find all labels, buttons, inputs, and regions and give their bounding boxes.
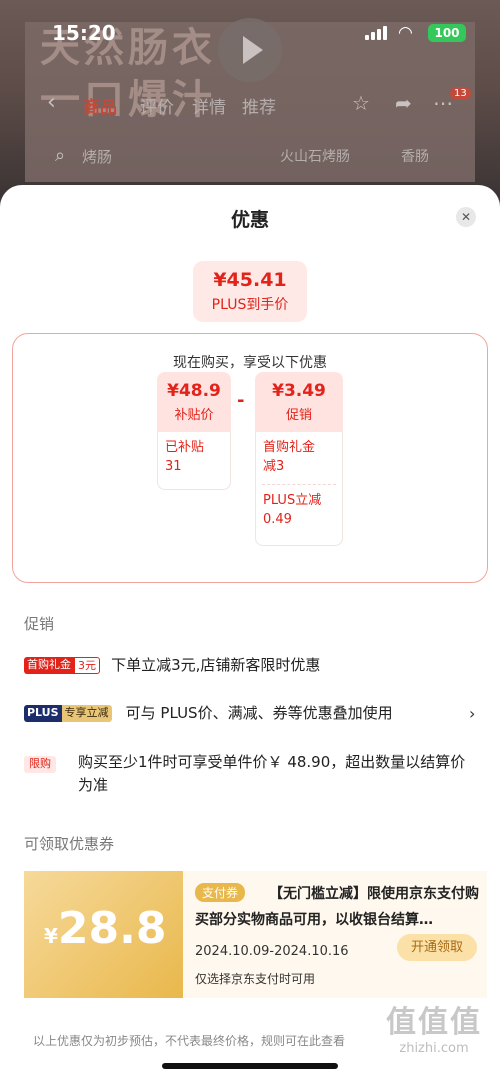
coupons-title: 可领取优惠券: [24, 835, 115, 853]
search-text[interactable]: 烤肠: [82, 146, 112, 167]
discount-breakdown: 现在购买，享受以下优惠 ¥48.9 补贴价 已补贴 31 - ¥3.49 促销: [12, 333, 488, 583]
tab-reviews[interactable]: 评价: [140, 93, 174, 118]
promotion-item-value: 减3: [263, 459, 285, 474]
sheet-title: 优惠: [230, 209, 269, 231]
coupon-validity: 2024.10.09-2024.10.16: [195, 944, 349, 959]
product-top-nav: ‹ 商品 评价 详情 推荐 ☆ ➦ ⋯ 13: [0, 85, 500, 125]
subsidy-label: 补贴价: [174, 408, 214, 423]
coupon-details: 【无门槛立减】限使用京东支付购买部分实物商品可用，以收银台结算… 支付券 202…: [183, 871, 487, 998]
promo-tag-value: 3元: [74, 657, 100, 674]
limit-tag: 限购: [24, 756, 56, 773]
coupon-card: ¥28.8 【无门槛立减】限使用京东支付购买部分实物商品可用，以收银台结算… 支…: [24, 871, 487, 998]
subsidy-card: ¥48.9 补贴价 已补贴 31: [157, 372, 231, 490]
search-row: ⌕ 烤肠 火山石烤肠 香肠: [0, 140, 500, 180]
home-indicator[interactable]: [162, 1063, 338, 1069]
status-bar: 15:20 ◠ 100: [0, 18, 500, 50]
minus-sign: -: [237, 390, 245, 411]
battery-icon: 100: [428, 24, 466, 42]
subsidy-detail-line: 已补贴: [165, 440, 205, 455]
breakdown-heading: 现在购买，享受以下优惠: [173, 355, 327, 371]
promotion-item-name: PLUS立减: [263, 493, 322, 508]
subsidy-detail-line: 31: [165, 459, 182, 474]
promotion-row: 限购 购买至少1件时可享受单件价￥ 48.90，超出数量以结算价为准: [24, 751, 484, 797]
cellular-signal-icon: [365, 26, 387, 40]
coupon-value: 28.8: [57, 903, 167, 954]
promotions-title: 促销: [24, 615, 55, 633]
plus-price-value: ¥45.41: [213, 269, 287, 291]
discount-sheet: 优惠 ✕ ¥45.41 PLUS到手价 现在购买，享受以下优惠 ¥48.9 补贴…: [0, 185, 500, 1082]
promo-text: 购买至少1件时可享受单件价￥ 48.90，超出数量以结算价为准: [78, 753, 466, 794]
plus-tag: PLUS: [24, 705, 62, 722]
wifi-icon: ◠: [398, 23, 413, 43]
star-icon[interactable]: ☆: [352, 91, 370, 115]
tab-product[interactable]: 商品: [83, 93, 117, 118]
status-time: 15:20: [52, 21, 116, 45]
promotion-item: 首购礼金 减3: [256, 432, 342, 476]
close-icon[interactable]: ✕: [456, 207, 476, 227]
promo-tag: 首购礼金: [24, 657, 74, 674]
back-icon[interactable]: ‹: [47, 90, 56, 115]
coupon-amount: ¥28.8: [44, 903, 166, 954]
watermark: 值值值 zhizhi.com: [378, 997, 490, 1056]
claim-coupon-button[interactable]: 开通领取: [397, 934, 477, 961]
plus-final-price: ¥45.41 PLUS到手价: [193, 261, 307, 322]
promo-text: 下单立减3元,店铺新客限时优惠: [111, 656, 321, 674]
coupon-amount-panel: ¥28.8: [24, 871, 183, 998]
chevron-right-icon[interactable]: ›: [469, 704, 475, 723]
subsidy-detail: 已补贴 31: [158, 432, 230, 476]
promotion-row[interactable]: PLUS 专享立减 可与 PLUS价、满减、券等优惠叠加使用: [24, 702, 484, 725]
promotion-card: ¥3.49 促销 首购礼金 减3 PLUS立减 0.49: [255, 372, 343, 546]
watermark-site: zhizhi.com: [399, 1041, 469, 1056]
promotion-price: ¥3.49: [272, 381, 326, 401]
promotion-item-value: 0.49: [263, 512, 292, 527]
promotion-row[interactable]: 首购礼金 3元 下单立减3元,店铺新客限时优惠: [24, 654, 484, 677]
promotion-item-name: 首购礼金: [263, 440, 316, 455]
coupon-currency: ¥: [44, 924, 58, 948]
background-product-page: 天然肠衣 一口爆汁 15:20 ◠ 100 ‹ 商品 评价 详情 推荐 ☆ ➦ …: [0, 0, 500, 200]
promotion-label: 促销: [285, 408, 312, 423]
disclaimer-text[interactable]: 以上优惠仅为初步预估，不代表最终价格，规则可在此查看: [33, 1032, 345, 1049]
promotion-item: PLUS立减 0.49: [256, 485, 342, 529]
payment-coupon-tag: 支付券: [195, 883, 246, 902]
share-icon[interactable]: ➦: [395, 91, 412, 115]
search-icon[interactable]: ⌕: [55, 145, 65, 166]
tab-details[interactable]: 详情: [192, 93, 226, 118]
notification-badge: 13: [450, 87, 471, 100]
plus-price-label: PLUS到手价: [211, 297, 289, 313]
tab-recommend[interactable]: 推荐: [242, 93, 276, 118]
search-chip[interactable]: 香肠: [401, 146, 429, 166]
search-chip[interactable]: 火山石烤肠: [280, 146, 350, 166]
coupon-note: 仅选择京东支付时可用: [195, 972, 316, 986]
promo-tag-value: 专享立减: [61, 705, 112, 722]
subsidy-price: ¥48.9: [167, 381, 221, 401]
watermark-logo: 值值值: [386, 1005, 482, 1040]
promo-text: 可与 PLUS价、满减、券等优惠叠加使用: [125, 704, 393, 722]
